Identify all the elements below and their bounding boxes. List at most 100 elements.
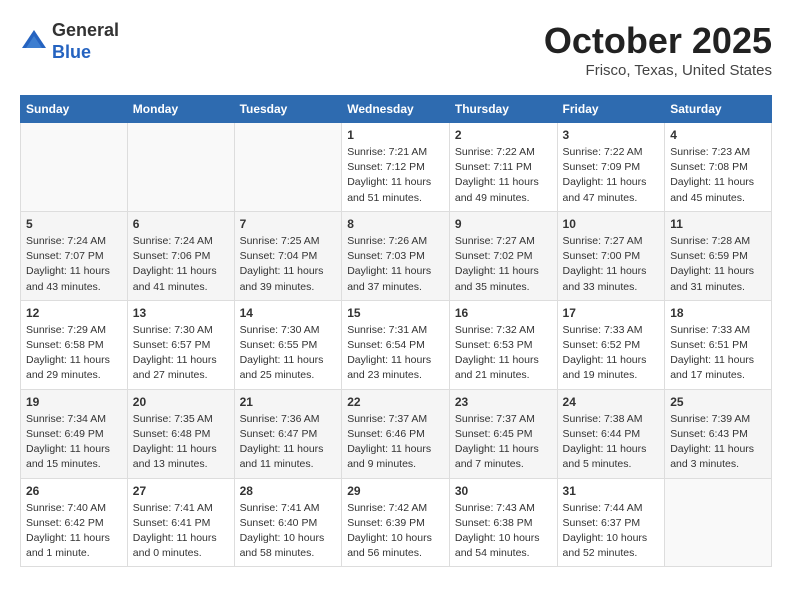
day-info: Sunrise: 7:40 AM Sunset: 6:42 PM Dayligh… [26, 501, 122, 562]
day-info: Sunrise: 7:26 AM Sunset: 7:03 PM Dayligh… [347, 234, 444, 295]
calendar-cell: 16 Sunrise: 7:32 AM Sunset: 6:53 PM Dayli… [449, 300, 557, 389]
calendar-cell: 12 Sunrise: 7:29 AM Sunset: 6:58 PM Dayli… [21, 300, 128, 389]
calendar-cell: 18 Sunrise: 7:33 AM Sunset: 6:51 PM Dayli… [665, 300, 772, 389]
calendar-cell: 29Sunrise: 7:42 AM Sunset: 6:39 PM Dayli… [342, 478, 450, 567]
day-info: Sunrise: 7:22 AM Sunset: 7:11 PM Dayligh… [455, 145, 552, 206]
calendar-cell: 6Sunrise: 7:24 AM Sunset: 7:06 PM Daylig… [127, 211, 234, 300]
calendar-cell: 15Sunrise: 7:31 AM Sunset: 6:54 PM Dayli… [342, 300, 450, 389]
day-info: Sunrise: 7:33 AM Sunset: 6:51 PM Dayligh… [670, 323, 766, 384]
day-number: 16 [455, 306, 552, 320]
day-number: 21 [240, 395, 337, 409]
calendar-cell: 2 Sunrise: 7:22 AM Sunset: 7:11 PM Daylig… [449, 123, 557, 212]
weekday-header: Friday [557, 96, 665, 123]
day-info: Sunrise: 7:27 AM Sunset: 7:00 PM Dayligh… [563, 234, 660, 295]
calendar-cell: 22 Sunrise: 7:37 AM Sunset: 6:46 PM Dayli… [342, 389, 450, 478]
calendar-cell: 7 Sunrise: 7:25 AM Sunset: 7:04 PM Daylig… [234, 211, 342, 300]
calendar-cell: 26 Sunrise: 7:40 AM Sunset: 6:42 PM Dayli… [21, 478, 128, 567]
day-number: 29 [347, 484, 444, 498]
day-number: 23 [455, 395, 552, 409]
day-number: 7 [240, 217, 337, 231]
calendar-cell: 13Sunrise: 7:30 AM Sunset: 6:57 PM Dayli… [127, 300, 234, 389]
weekday-header: Sunday [21, 96, 128, 123]
day-info: Sunrise: 7:21 AM Sunset: 7:12 PM Dayligh… [347, 145, 444, 206]
day-number: 11 [670, 217, 766, 231]
day-number: 9 [455, 217, 552, 231]
weekday-header: Wednesday [342, 96, 450, 123]
day-info: Sunrise: 7:28 AM Sunset: 6:59 PM Dayligh… [670, 234, 766, 295]
day-number: 27 [133, 484, 229, 498]
calendar-cell [21, 123, 128, 212]
day-info: Sunrise: 7:34 AM Sunset: 6:49 PM Dayligh… [26, 412, 122, 473]
day-info: Sunrise: 7:30 AM Sunset: 6:55 PM Dayligh… [240, 323, 337, 384]
calendar-cell: 31 Sunrise: 7:44 AM Sunset: 6:37 PM Dayli… [557, 478, 665, 567]
calendar-cell: 8 Sunrise: 7:26 AM Sunset: 7:03 PM Daylig… [342, 211, 450, 300]
day-info: Sunrise: 7:23 AM Sunset: 7:08 PM Dayligh… [670, 145, 766, 206]
day-number: 18 [670, 306, 766, 320]
calendar-week-row: 19 Sunrise: 7:34 AM Sunset: 6:49 PM Dayli… [21, 389, 772, 478]
day-info: Sunrise: 7:37 AM Sunset: 6:46 PM Dayligh… [347, 412, 444, 473]
weekday-header-row: SundayMondayTuesdayWednesdayThursdayFrid… [21, 96, 772, 123]
calendar-cell [127, 123, 234, 212]
weekday-header: Saturday [665, 96, 772, 123]
calendar-week-row: 12 Sunrise: 7:29 AM Sunset: 6:58 PM Dayli… [21, 300, 772, 389]
calendar-cell: 25 Sunrise: 7:39 AM Sunset: 6:43 PM Dayli… [665, 389, 772, 478]
page-header: General Blue October 2025 Frisco, Texas,… [20, 20, 772, 79]
calendar-cell: 9 Sunrise: 7:27 AM Sunset: 7:02 PM Daylig… [449, 211, 557, 300]
day-info: Sunrise: 7:38 AM Sunset: 6:44 PM Dayligh… [563, 412, 660, 473]
logo-icon [20, 28, 48, 56]
location: Frisco, Texas, United States [544, 62, 772, 79]
calendar-cell: 24 Sunrise: 7:38 AM Sunset: 6:44 PM Dayli… [557, 389, 665, 478]
weekday-header: Thursday [449, 96, 557, 123]
logo-blue: Blue [52, 42, 91, 62]
calendar-cell: 21 Sunrise: 7:36 AM Sunset: 6:47 PM Dayli… [234, 389, 342, 478]
calendar-week-row: 1 Sunrise: 7:21 AM Sunset: 7:12 PM Daylig… [21, 123, 772, 212]
calendar-cell [665, 478, 772, 567]
day-info: Sunrise: 7:32 AM Sunset: 6:53 PM Dayligh… [455, 323, 552, 384]
day-info: Sunrise: 7:27 AM Sunset: 7:02 PM Dayligh… [455, 234, 552, 295]
calendar-cell: 3 Sunrise: 7:22 AM Sunset: 7:09 PM Daylig… [557, 123, 665, 212]
day-info: Sunrise: 7:44 AM Sunset: 6:37 PM Dayligh… [563, 501, 660, 562]
calendar-cell: 27 Sunrise: 7:41 AM Sunset: 6:41 PM Dayli… [127, 478, 234, 567]
day-number: 30 [455, 484, 552, 498]
day-number: 20 [133, 395, 229, 409]
calendar-cell: 11 Sunrise: 7:28 AM Sunset: 6:59 PM Dayli… [665, 211, 772, 300]
day-info: Sunrise: 7:25 AM Sunset: 7:04 PM Dayligh… [240, 234, 337, 295]
calendar-cell: 17Sunrise: 7:33 AM Sunset: 6:52 PM Dayli… [557, 300, 665, 389]
logo: General Blue [20, 20, 119, 63]
calendar-cell: 4Sunrise: 7:23 AM Sunset: 7:08 PM Daylig… [665, 123, 772, 212]
day-info: Sunrise: 7:41 AM Sunset: 6:40 PM Dayligh… [240, 501, 337, 562]
day-number: 31 [563, 484, 660, 498]
day-number: 22 [347, 395, 444, 409]
calendar-cell: 23Sunrise: 7:37 AM Sunset: 6:45 PM Dayli… [449, 389, 557, 478]
calendar-cell [234, 123, 342, 212]
day-number: 24 [563, 395, 660, 409]
day-number: 3 [563, 128, 660, 142]
title-block: October 2025 Frisco, Texas, United State… [544, 20, 772, 79]
day-number: 28 [240, 484, 337, 498]
calendar-cell: 19 Sunrise: 7:34 AM Sunset: 6:49 PM Dayli… [21, 389, 128, 478]
day-info: Sunrise: 7:24 AM Sunset: 7:06 PM Dayligh… [133, 234, 229, 295]
day-number: 1 [347, 128, 444, 142]
calendar-cell: 30Sunrise: 7:43 AM Sunset: 6:38 PM Dayli… [449, 478, 557, 567]
day-number: 8 [347, 217, 444, 231]
day-info: Sunrise: 7:41 AM Sunset: 6:41 PM Dayligh… [133, 501, 229, 562]
day-number: 25 [670, 395, 766, 409]
calendar-cell: 28 Sunrise: 7:41 AM Sunset: 6:40 PM Dayli… [234, 478, 342, 567]
day-number: 13 [133, 306, 229, 320]
day-number: 10 [563, 217, 660, 231]
day-info: Sunrise: 7:39 AM Sunset: 6:43 PM Dayligh… [670, 412, 766, 473]
day-info: Sunrise: 7:36 AM Sunset: 6:47 PM Dayligh… [240, 412, 337, 473]
day-number: 19 [26, 395, 122, 409]
day-number: 15 [347, 306, 444, 320]
day-number: 26 [26, 484, 122, 498]
calendar-cell: 1 Sunrise: 7:21 AM Sunset: 7:12 PM Daylig… [342, 123, 450, 212]
day-info: Sunrise: 7:24 AM Sunset: 7:07 PM Dayligh… [26, 234, 122, 295]
calendar-week-row: 5Sunrise: 7:24 AM Sunset: 7:07 PM Daylig… [21, 211, 772, 300]
day-number: 12 [26, 306, 122, 320]
day-info: Sunrise: 7:29 AM Sunset: 6:58 PM Dayligh… [26, 323, 122, 384]
day-info: Sunrise: 7:35 AM Sunset: 6:48 PM Dayligh… [133, 412, 229, 473]
day-info: Sunrise: 7:33 AM Sunset: 6:52 PM Dayligh… [563, 323, 660, 384]
day-number: 2 [455, 128, 552, 142]
day-info: Sunrise: 7:22 AM Sunset: 7:09 PM Dayligh… [563, 145, 660, 206]
calendar-cell: 10 Sunrise: 7:27 AM Sunset: 7:00 PM Dayli… [557, 211, 665, 300]
